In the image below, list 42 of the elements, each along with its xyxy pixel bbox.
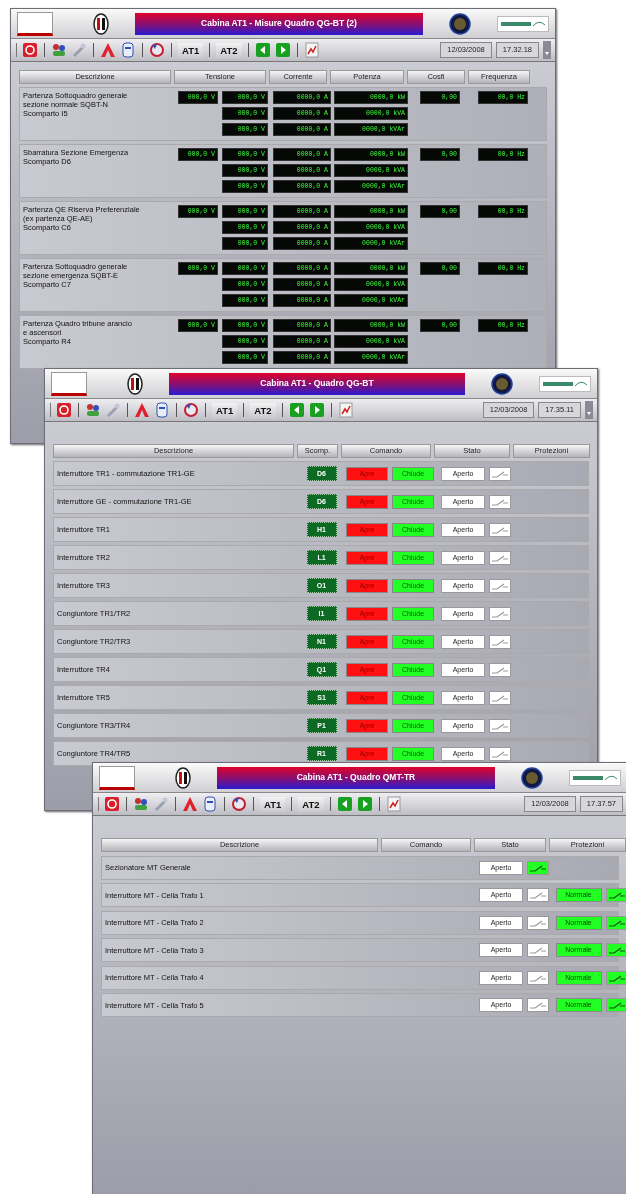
logo-icon [17, 11, 53, 36]
people-icon[interactable] [133, 796, 149, 812]
warning-icon[interactable] [100, 42, 116, 58]
warning-icon[interactable] [134, 402, 150, 418]
emblem-icon [127, 372, 143, 395]
toolbar-button[interactable]: AT2 [216, 42, 242, 58]
logo-icon [51, 371, 87, 396]
stop-icon[interactable] [22, 42, 38, 58]
logo-icon [569, 769, 621, 786]
toolbar-button[interactable]: AT1 [260, 796, 286, 812]
logo-icon [539, 375, 591, 392]
stop-icon[interactable] [56, 402, 72, 418]
people-icon[interactable] [51, 42, 67, 58]
document-icon[interactable] [154, 402, 170, 418]
grip-icon [97, 797, 100, 811]
toolbar-button[interactable]: AT2 [298, 796, 324, 812]
window-title: Cabina AT1 - Misure Quadro QG-BT (2) [135, 12, 423, 35]
document-icon[interactable] [120, 42, 136, 58]
chart-icon[interactable] [337, 402, 354, 418]
document-icon[interactable] [202, 796, 218, 812]
refresh-icon[interactable] [183, 402, 199, 418]
window-title: Cabina AT1 - Quadro QG-BT [169, 372, 465, 395]
emblem-icon [449, 12, 471, 35]
emblem-icon [175, 766, 191, 789]
toolbar-button[interactable]: AT1 [178, 42, 204, 58]
emblem-icon [93, 12, 109, 35]
logo-icon [99, 765, 135, 790]
toolbar-button[interactable]: AT2 [250, 402, 276, 418]
window-title: Cabina AT1 - Quadro QMT-TR [217, 766, 495, 789]
emblem-icon [491, 372, 513, 395]
chart-icon[interactable] [385, 796, 402, 812]
toolbar-button[interactable]: AT1 [212, 402, 238, 418]
emblem-icon [521, 766, 543, 789]
logo-icon [497, 15, 549, 32]
refresh-icon[interactable] [231, 796, 247, 812]
people-icon[interactable] [85, 402, 101, 418]
grip-icon [15, 43, 18, 57]
stop-icon[interactable] [104, 796, 120, 812]
chart-icon[interactable] [303, 42, 320, 58]
grip-icon [49, 403, 52, 417]
refresh-icon[interactable] [149, 42, 165, 58]
warning-icon[interactable] [182, 796, 198, 812]
